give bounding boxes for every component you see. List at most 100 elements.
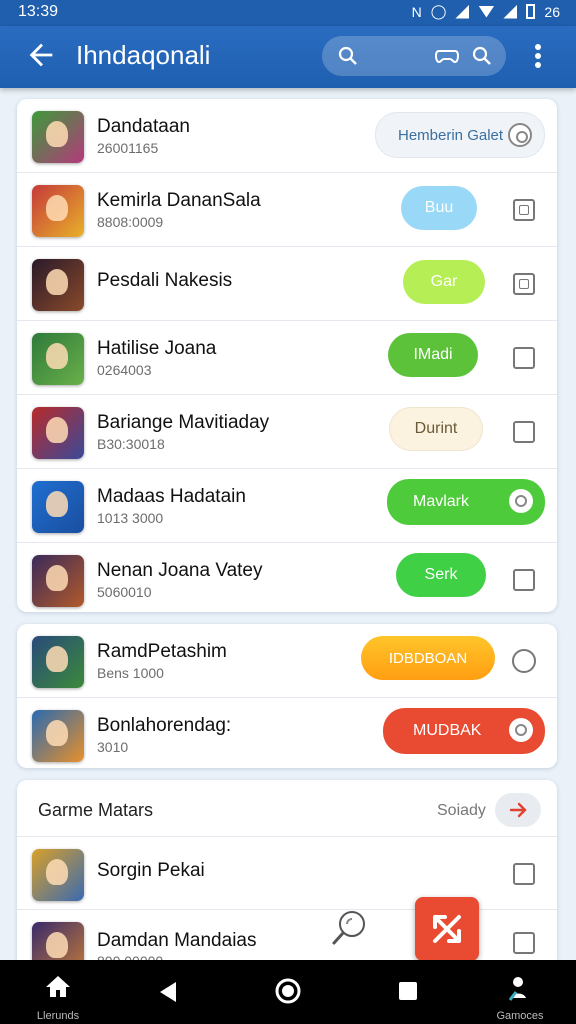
app-subtitle: 0264003: [97, 362, 152, 378]
list-item[interactable]: Bariange Mavitiaday B30:30018 Durint: [17, 395, 557, 469]
nav-back[interactable]: [128, 960, 208, 1024]
app-name: Dandataan: [97, 116, 190, 137]
action-label: IMadi: [413, 346, 453, 363]
app-icon: [32, 333, 84, 385]
action-label: IDBDBOAN: [388, 649, 468, 667]
checkbox-mark-icon: [519, 205, 529, 215]
app-subtitle: 3010: [97, 739, 129, 755]
arrow-right-icon: [509, 802, 527, 818]
list-item[interactable]: RamdPetashim Bens 1000 IDBDBOAN: [17, 624, 557, 698]
app-list-card: Dandataan 26001165 Hemberin Galet Kemirl…: [17, 99, 557, 612]
app-icon: [32, 111, 84, 163]
list-item[interactable]: Madaas Hadatain 1013 3000 Mavlark: [17, 469, 557, 543]
app-name: Madaas Hadatain: [97, 486, 246, 507]
person-icon: [508, 977, 526, 1001]
status-time: 13:39: [18, 3, 59, 20]
app-icon: [32, 481, 84, 533]
action-button[interactable]: IDBDBOAN: [361, 636, 495, 680]
checkbox[interactable]: [513, 569, 535, 591]
app-subtitle: B30:30018: [97, 436, 165, 452]
section-link[interactable]: Soiady: [437, 802, 486, 820]
dnd-icon: ◯: [430, 3, 447, 19]
app-name: Kemirla DananSala: [97, 190, 261, 211]
action-button[interactable]: Durint: [389, 407, 483, 451]
nav-home[interactable]: Llerunds: [18, 960, 98, 1024]
action-button[interactable]: Gar: [403, 260, 485, 304]
battery-icon: [526, 4, 536, 19]
app-icon: [32, 407, 84, 459]
search-icon[interactable]: [336, 44, 360, 68]
app-icon: [32, 636, 84, 688]
featured-card: RamdPetashim Bens 1000 IDBDBOAN Bonlahor…: [17, 624, 557, 768]
nfc-icon: N: [411, 3, 422, 20]
list-item[interactable]: Hatilise Joana 0264003 IMadi: [17, 321, 557, 395]
home-circle-icon: [275, 978, 301, 1004]
floating-action-button[interactable]: [415, 897, 479, 961]
action-label: MUDBAK: [413, 722, 482, 739]
navigation-bar: Llerunds Gamoces: [0, 960, 576, 1024]
nav-recents[interactable]: [368, 960, 448, 1024]
app-icon: [32, 555, 84, 607]
app-subtitle: 26001165: [97, 140, 159, 156]
app-name: Hatilise Joana: [97, 338, 217, 359]
battery-level: 26: [544, 3, 560, 20]
more-vert-icon[interactable]: [528, 40, 548, 72]
checkbox[interactable]: [513, 273, 535, 295]
wifi-icon: [478, 5, 495, 18]
status-bar: 13:39 N ◯ 26: [0, 0, 576, 26]
list-item[interactable]: Dandataan 26001165 Hemberin Galet: [17, 99, 557, 173]
list-item[interactable]: Bonlahorendag: 3010 MUDBAK: [17, 698, 557, 768]
app-name: Pesdali Nakesis: [97, 270, 233, 291]
home-icon: [46, 976, 70, 997]
gamepad-icon[interactable]: [434, 44, 460, 68]
app-icon: [32, 185, 84, 237]
app-subtitle: 1013 3000: [97, 510, 164, 526]
action-label: Durint: [414, 420, 458, 437]
app-name: RamdPetashim: [97, 641, 227, 662]
app-subtitle: 8808:0009: [97, 214, 164, 230]
action-label: Gar: [430, 273, 458, 290]
app-name: Nenan Joana Vatey: [97, 560, 263, 581]
app-icon: [32, 710, 84, 762]
shuffle-icon: [433, 915, 461, 943]
action-label: Mavlark: [413, 493, 470, 510]
action-button[interactable]: Buu: [401, 186, 477, 230]
radio-button[interactable]: [512, 649, 536, 673]
app-bar: Ihndaqonali: [0, 26, 576, 88]
action-button[interactable]: IMadi: [388, 333, 478, 377]
action-button[interactable]: Hemberin Galet: [375, 112, 545, 158]
list-item[interactable]: Nenan Joana Vatey 5060010 Serk: [17, 543, 557, 612]
section-title: Garme Matars: [38, 800, 154, 820]
action-label: Buu: [424, 199, 454, 216]
arrow-right-button[interactable]: [495, 793, 541, 827]
signal-icon-2: [503, 4, 518, 19]
app-icon: [32, 259, 84, 311]
back-arrow-icon[interactable]: [24, 38, 58, 72]
signal-icon: [455, 4, 470, 19]
action-button[interactable]: Serk: [396, 553, 486, 597]
toggle-circle-icon: [509, 489, 533, 513]
nav-home-button[interactable]: [248, 960, 328, 1024]
action-button[interactable]: Mavlark: [387, 479, 545, 525]
action-label: Hemberin Galet: [398, 126, 504, 144]
search-icon-2[interactable]: [470, 44, 494, 68]
app-name: Sorgin Pekai: [97, 860, 205, 881]
checkbox[interactable]: [513, 932, 535, 954]
checkbox[interactable]: [513, 199, 535, 221]
checkbox[interactable]: [513, 421, 535, 443]
checkbox[interactable]: [513, 863, 535, 885]
nav-games-label: Gamoces: [496, 1010, 544, 1022]
checkbox[interactable]: [513, 347, 535, 369]
checkbox-mark-icon: [519, 279, 529, 289]
toggle-circle-icon: [509, 718, 533, 742]
recents-square-icon: [399, 982, 417, 1000]
search-bar[interactable]: [322, 36, 506, 76]
radio-circle-icon: [508, 123, 532, 147]
app-subtitle: Bens 1000: [97, 665, 164, 681]
nav-games[interactable]: Gamoces: [480, 960, 560, 1024]
list-item[interactable]: Pesdali Nakesis Gar: [17, 247, 557, 321]
list-item[interactable]: Kemirla DananSala 8808:0009 Buu: [17, 173, 557, 247]
app-name: Bonlahorendag:: [97, 715, 232, 736]
action-button[interactable]: MUDBAK: [383, 708, 545, 754]
floating-search-icon[interactable]: [328, 906, 372, 950]
